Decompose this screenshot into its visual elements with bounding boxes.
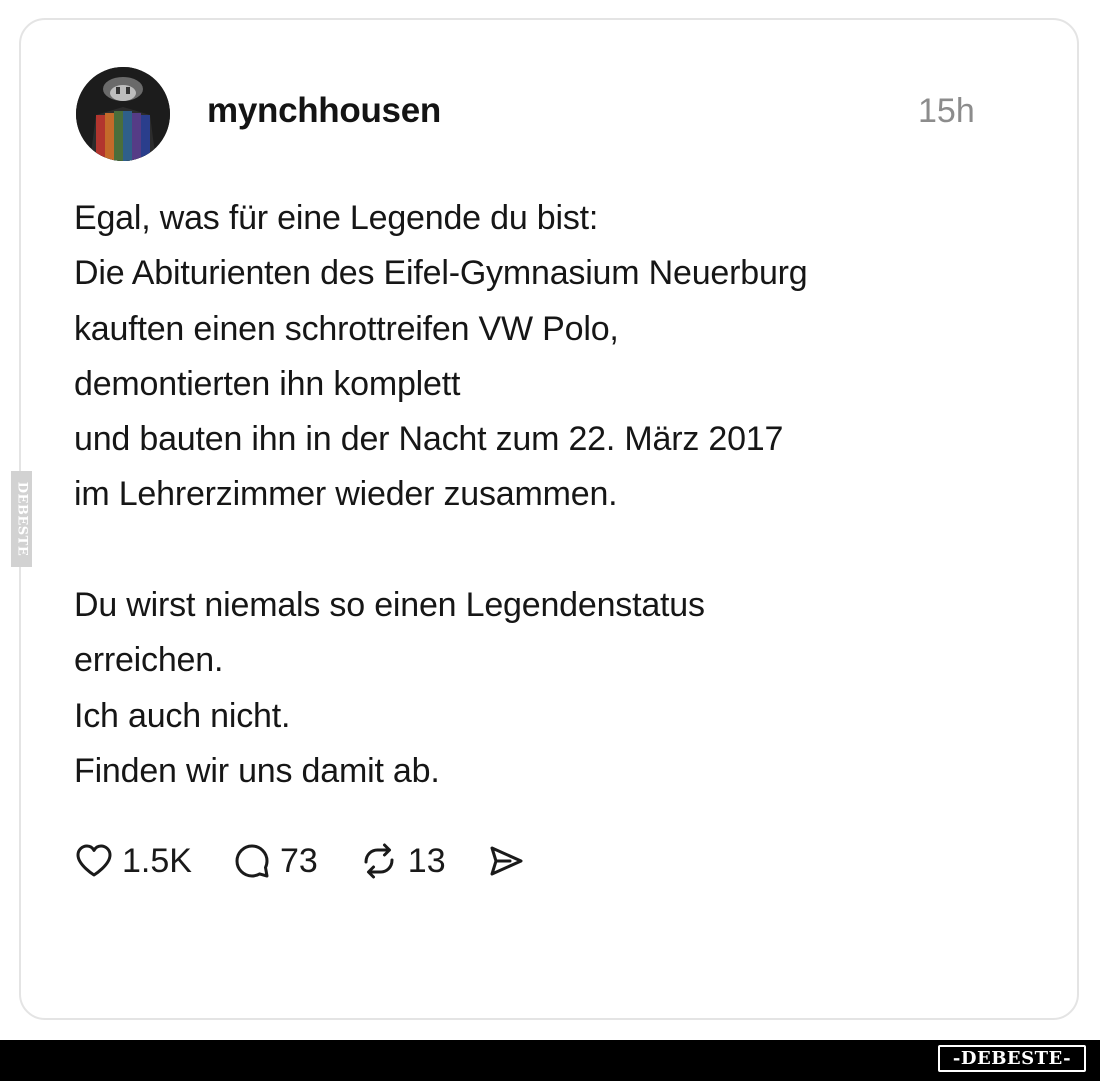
watermark-bar xyxy=(0,1040,1100,1081)
comment-button[interactable]: 73 xyxy=(232,838,318,884)
avatar-image xyxy=(76,67,170,161)
post-text-line: Finden wir uns damit ab. xyxy=(74,751,440,790)
post-text-line: und bauten ihn in der Nacht zum 22. März… xyxy=(74,420,784,459)
page: mynchhousen 15h Egal, was für eine Legen… xyxy=(0,0,1100,1081)
repost-icon xyxy=(364,843,394,879)
post-text-blank-line xyxy=(74,523,1034,578)
post-text-line: Ich auch nicht. xyxy=(74,696,291,735)
post-text-line: Egal, was für eine Legende du bist: xyxy=(74,199,599,237)
heart-icon xyxy=(76,844,112,877)
side-watermark-text: DEBESTE xyxy=(14,481,29,557)
post-text-line: erreichen. xyxy=(74,641,224,680)
post-text-line: Die Abiturienten des Eifel-Gymnasium Neu… xyxy=(74,254,808,293)
post-text-line: im Lehrerzimmer wieder zusammen. xyxy=(74,475,618,514)
share-button[interactable] xyxy=(486,841,526,881)
repost-count: 13 xyxy=(407,842,446,880)
profile-avatar-icon[interactable] xyxy=(76,67,170,161)
debeste-logo: -DEBESTE- xyxy=(938,1045,1086,1072)
post-text-line: Du wirst niemals so einen Legendenstatus xyxy=(74,586,705,625)
post-text-line: demontierten ihn komplett xyxy=(74,364,461,403)
post-actions-bar: 1.5K 73 13 xyxy=(74,836,566,886)
username[interactable]: mynchhousen xyxy=(207,88,441,134)
repost-button[interactable]: 13 xyxy=(358,838,446,884)
post-text-line: kauften einen schrottreifen VW Polo, xyxy=(74,309,619,348)
like-button[interactable]: 1.5K xyxy=(74,838,192,884)
side-watermark: DEBESTE xyxy=(11,471,32,567)
comment-bubble-icon xyxy=(235,844,269,878)
comment-count: 73 xyxy=(279,842,318,880)
post-timestamp: 15h xyxy=(918,92,975,130)
post-text: Egal, was für eine Legende du bist: Die … xyxy=(74,191,1034,799)
like-count: 1.5K xyxy=(122,842,192,880)
send-icon xyxy=(490,846,523,876)
